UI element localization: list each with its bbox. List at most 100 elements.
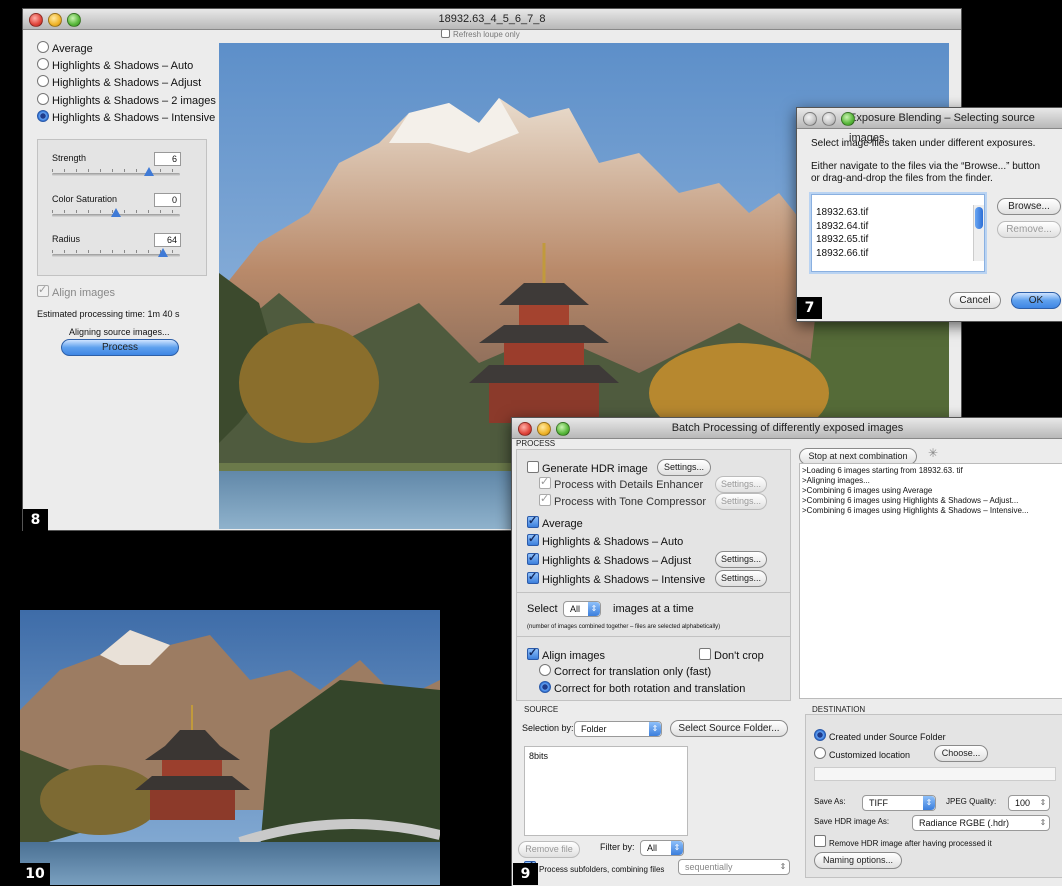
save-hdr-select[interactable]: Radiance RGBE (.hdr) ⇕ — [912, 815, 1050, 831]
chevron-updown-icon: ⇕ — [671, 841, 683, 855]
minimize-button[interactable] — [48, 13, 62, 27]
source-list-item[interactable]: 8bits — [529, 751, 548, 761]
strength-value[interactable]: 6 — [154, 152, 181, 166]
choose-button[interactable]: Choose... — [934, 745, 988, 762]
file-list-scrollbar[interactable] — [973, 205, 984, 261]
exposure-window-controls — [803, 112, 855, 126]
details-enhancer-settings-button[interactable]: Settings... — [715, 476, 767, 493]
save-as-select[interactable]: TIFF ⇕ — [862, 795, 936, 811]
method-radio-hs-auto[interactable]: Highlights & Shadows – Auto — [37, 58, 193, 72]
align-images-checkbox[interactable]: Align images — [37, 283, 115, 299]
instruction-1: Select image files taken under different… — [811, 138, 1036, 149]
hdr-result-image — [20, 610, 440, 885]
filter-by-select[interactable]: All ⇕ — [640, 840, 684, 856]
browse-button[interactable]: Browse... — [997, 198, 1061, 215]
zoom-button[interactable] — [67, 13, 81, 27]
instruction-3: or drag-and-drop the files from the find… — [811, 173, 993, 184]
stepper-icon: ⇕ — [1039, 798, 1047, 807]
file-item[interactable]: 18932.65.tif — [816, 234, 868, 245]
hs-intensive-settings-button[interactable]: Settings... — [715, 570, 767, 587]
badge-7: 7 — [797, 297, 822, 319]
chevron-updown-icon: ⇕ — [1039, 818, 1047, 827]
average-checkbox[interactable]: Average — [527, 514, 583, 530]
method-radio-hs-2images[interactable]: Highlights & Shadows – 2 images — [37, 93, 216, 107]
cancel-button[interactable]: Cancel — [949, 292, 1001, 309]
color-saturation-label: Color Saturation — [52, 194, 118, 204]
naming-options-button[interactable]: Naming options... — [814, 852, 902, 869]
status-text: Aligning source images... — [69, 327, 170, 337]
jpeg-quality-stepper[interactable]: 100 ⇕ — [1008, 795, 1050, 811]
hs-adjust-checkbox[interactable]: Highlights & Shadows – Adjust — [527, 551, 691, 567]
translation-only-radio[interactable]: Correct for translation only (fast) — [539, 664, 711, 678]
selection-by-select[interactable]: Folder ⇕ — [574, 721, 662, 737]
radius-thumb[interactable] — [158, 248, 168, 257]
instruction-2: Either navigate to the files via the “Br… — [811, 161, 1041, 172]
file-item[interactable]: 18932.66.tif — [816, 248, 868, 259]
method-radio-hs-intensive[interactable]: Highlights & Shadows – Intensive — [37, 110, 215, 124]
strength-thumb[interactable] — [144, 167, 154, 176]
selection-by-label: Selection by: — [522, 723, 574, 733]
created-under-radio[interactable]: Created under Source Folder — [814, 729, 946, 742]
batch-window: Batch Processing of differently exposed … — [511, 417, 1062, 886]
close-button[interactable] — [29, 13, 43, 27]
exposure-dialog-titlebar: Exposure Blending – Selecting source ima… — [797, 108, 1062, 144]
minimize-button[interactable] — [822, 112, 836, 126]
source-section-header: SOURCE — [524, 705, 559, 714]
process-subfolders-checkbox[interactable]: Process subfolders, combining files — [524, 859, 664, 874]
color-saturation-value[interactable]: 0 — [154, 193, 181, 207]
remove-hdr-checkbox[interactable]: Remove HDR image after having processed … — [814, 835, 992, 848]
refresh-loupe-check[interactable] — [441, 29, 450, 38]
destination-panel: Created under Source Folder Customized l… — [805, 714, 1062, 878]
batch-align-images-checkbox[interactable]: Align images — [527, 646, 605, 662]
method-radio-average[interactable]: Average — [37, 41, 93, 55]
tone-compressor-checkbox[interactable]: Process with Tone Compressor — [539, 492, 706, 508]
file-list[interactable]: 18932.63.tif 18932.64.tif 18932.65.tif 1… — [811, 194, 985, 272]
hs-adjust-settings-button[interactable]: Settings... — [715, 551, 767, 568]
refresh-loupe-checkbox[interactable]: Refresh loupe only — [441, 29, 520, 39]
badge-9: 9 — [513, 863, 538, 885]
jpeg-quality-label: JPEG Quality: — [946, 797, 997, 806]
select-source-folder-button[interactable]: Select Source Folder... — [670, 720, 788, 737]
badge-10: 10 — [20, 863, 50, 885]
chevron-updown-icon: ⇕ — [779, 862, 787, 871]
save-hdr-label: Save HDR image As: — [814, 817, 890, 826]
log-line: >Combining 6 images using Highlights & S… — [802, 506, 1029, 515]
remove-button[interactable]: Remove... — [997, 221, 1061, 238]
hdr-landscape-image — [20, 610, 440, 885]
window-controls — [29, 13, 81, 27]
generate-hdr-checkbox[interactable]: Generate HDR image — [527, 461, 648, 475]
zoom-button[interactable] — [841, 112, 855, 126]
minimize-button[interactable] — [537, 422, 551, 436]
close-button[interactable] — [803, 112, 817, 126]
location-path-field[interactable] — [814, 767, 1056, 781]
selection-note: (number of images combined together – fi… — [527, 624, 721, 630]
generate-hdr-settings-button[interactable]: Settings... — [657, 459, 711, 476]
process-button[interactable]: Process — [61, 339, 179, 356]
strength-label: Strength — [52, 153, 87, 163]
main-window-titlebar: 18932.63_4_5_6_7_8 — [23, 9, 961, 30]
subfolder-mode-select[interactable]: sequentially ⇕ — [678, 859, 790, 875]
hs-intensive-checkbox[interactable]: Highlights & Shadows – Intensive — [527, 570, 705, 586]
color-saturation-thumb[interactable] — [111, 208, 121, 217]
details-enhancer-checkbox[interactable]: Process with Details Enhancer — [539, 475, 703, 491]
customized-location-radio[interactable]: Customized location — [814, 747, 910, 760]
hs-auto-checkbox[interactable]: Highlights & Shadows – Auto — [527, 532, 683, 548]
file-item[interactable]: 18932.64.tif — [816, 221, 868, 232]
log-line: >Loading 6 images starting from 18932.63… — [802, 466, 963, 475]
close-button[interactable] — [518, 422, 532, 436]
rotation-translation-radio[interactable]: Correct for both rotation and translatio… — [539, 681, 745, 695]
ok-button[interactable]: OK — [1011, 292, 1061, 309]
images-count-select[interactable]: All ⇕ — [563, 601, 601, 617]
remove-file-button[interactable]: Remove file — [518, 841, 580, 858]
strength-slider[interactable] — [52, 173, 180, 176]
zoom-button[interactable] — [556, 422, 570, 436]
batch-window-controls — [518, 422, 570, 436]
method-radio-hs-adjust[interactable]: Highlights & Shadows – Adjust — [37, 75, 201, 89]
file-item[interactable]: 18932.63.tif — [816, 207, 868, 218]
source-list[interactable]: 8bits — [524, 746, 688, 836]
dont-crop-checkbox[interactable]: Don't crop — [699, 648, 764, 662]
radius-value[interactable]: 64 — [154, 233, 181, 247]
tone-compressor-settings-button[interactable]: Settings... — [715, 493, 767, 510]
estimated-time: Estimated processing time: 1m 40 s — [37, 309, 180, 319]
settings-panel: Strength 6 Color Saturation 0 Radius 64 — [37, 139, 207, 276]
